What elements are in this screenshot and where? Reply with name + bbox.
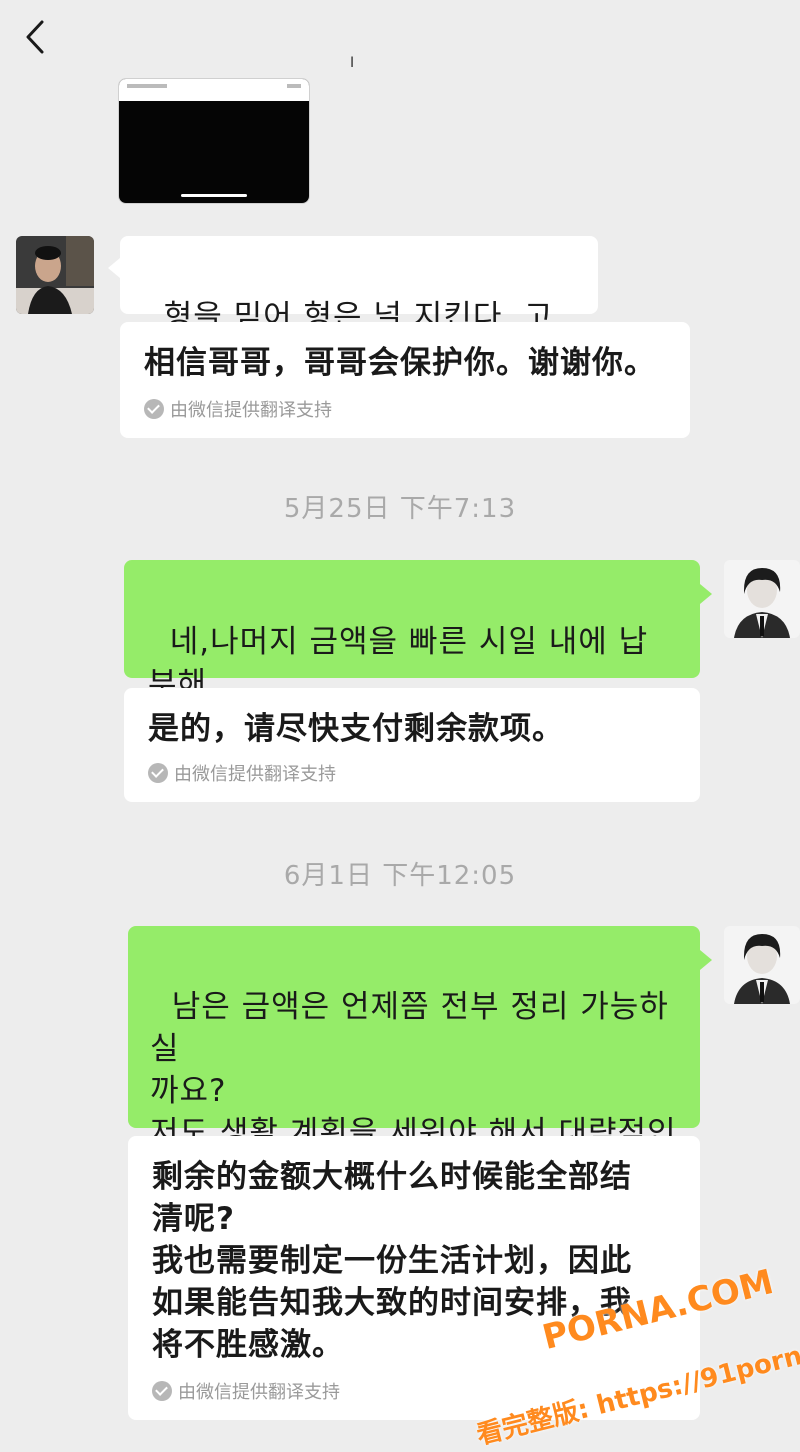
timestamp: 5月25日 下午7:13 bbox=[283, 494, 517, 524]
image-home-indicator bbox=[181, 194, 247, 197]
back-button[interactable] bbox=[22, 18, 50, 56]
self-avatar[interactable] bbox=[724, 926, 800, 1004]
translation-text: 是的，请尽快支付剩余款项。 bbox=[148, 711, 564, 747]
check-circle-icon bbox=[144, 399, 164, 419]
check-circle-icon bbox=[148, 763, 168, 783]
timestamp: 6月1日 下午12:05 bbox=[283, 861, 517, 891]
image-message[interactable] bbox=[118, 78, 310, 204]
chevron-left-icon bbox=[26, 20, 44, 54]
translation-text: 相信哥哥，哥哥会保护你。谢谢你。 bbox=[144, 345, 656, 381]
translation-credit: 由微信提供翻译支持 bbox=[144, 396, 332, 422]
contact-avatar[interactable] bbox=[16, 236, 94, 314]
translation-card[interactable]: 是的，请尽快支付剩余款项。 由微信提供翻译支持 bbox=[124, 688, 700, 802]
self-avatar[interactable] bbox=[724, 560, 800, 638]
check-circle-icon bbox=[152, 1381, 172, 1401]
image-header-strip bbox=[119, 79, 309, 101]
text-cursor-icon: I bbox=[350, 55, 355, 71]
translation-credit: 由微信提供翻译支持 bbox=[148, 760, 336, 786]
translation-card[interactable]: 相信哥哥，哥哥会保护你。谢谢你。 由微信提供翻译支持 bbox=[120, 322, 690, 438]
translation-credit: 由微信提供翻译支持 bbox=[152, 1378, 340, 1404]
received-message-bubble[interactable]: 형을 믿어 형은 널 지킨다. 고맙다 bbox=[108, 236, 598, 377]
sent-message-bubble[interactable]: 네,나머지 금액을 빠른 시일 내에 납부해 주시기 바랍니다 bbox=[124, 560, 712, 744]
translation-card[interactable]: 剩余的金额大概什么时候能全部结 清呢? 我也需要制定一份生活计划，因此 如果能告… bbox=[128, 1136, 700, 1420]
sent-message-bubble[interactable]: 남은 금액은 언제쯤 전부 정리 가능하실 까요? 저도 생활 계획을 세워야 … bbox=[128, 926, 712, 1235]
